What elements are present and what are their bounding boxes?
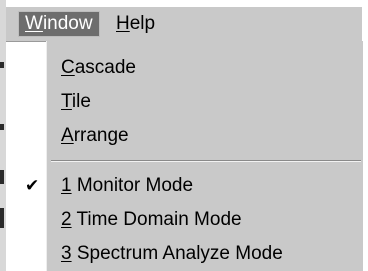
menu-help[interactable]: Help [110,11,161,37]
window-dropdown-menu: Cascade Tile Arrange ✔ 1 Monitor Mode 2 … [25,41,363,271]
mnemonic: C [61,57,75,78]
mnemonic: T [61,91,72,112]
label-text: rrange [73,125,129,146]
mnemonic: 1 [61,175,72,196]
menu-item-spectrum-analyze-mode-label: 3 Spectrum Analyze Mode [61,237,283,270]
screen: Window Help Cascade Tile Arrange ✔ 1 Mon… [0,0,368,271]
mnemonic: 3 [61,243,72,264]
menu-item-cascade-label: Cascade [61,51,136,84]
edge-mark [0,62,4,68]
label-text: Spectrum Analyze Mode [71,243,283,264]
menu-item-arrange[interactable]: Arrange [47,119,363,152]
menu-item-spectrum-analyze-mode[interactable]: 3 Spectrum Analyze Mode [47,237,363,270]
menu-separator [51,160,361,162]
label-text: ile [71,91,91,112]
menu-item-tile[interactable]: Tile [47,85,363,118]
menu-item-cascade[interactable]: Cascade [47,51,363,84]
checkmark-icon: ✔ [25,176,40,195]
edge-mark [0,208,4,228]
menu-item-tile-label: Tile [61,85,91,118]
edge-mark [0,124,4,130]
menu-bar: Window Help [6,7,362,42]
menu-item-time-domain-mode[interactable]: 2 Time Domain Mode [47,203,363,236]
menu-window-mnemonic: W [25,13,43,34]
menu-item-monitor-mode-label: 1 Monitor Mode [61,169,193,202]
menu-window-label: indow [42,13,93,34]
edge-mark [0,170,4,184]
menu-item-monitor-mode[interactable]: ✔ 1 Monitor Mode [25,169,363,202]
label-text: Time Domain Mode [71,209,242,230]
mnemonic: A [61,125,74,146]
menu-item-time-domain-mode-label: 2 Time Domain Mode [61,203,242,236]
window-behind-menu [6,41,46,271]
menu-window[interactable]: Window [18,11,100,37]
mnemonic: 2 [61,209,72,230]
menu-help-label: elp [129,13,156,34]
label-text: Monitor Mode [71,175,194,196]
menu-help-mnemonic: H [116,13,130,34]
menu-item-arrange-label: Arrange [61,119,129,152]
label-text: ascade [74,57,137,78]
